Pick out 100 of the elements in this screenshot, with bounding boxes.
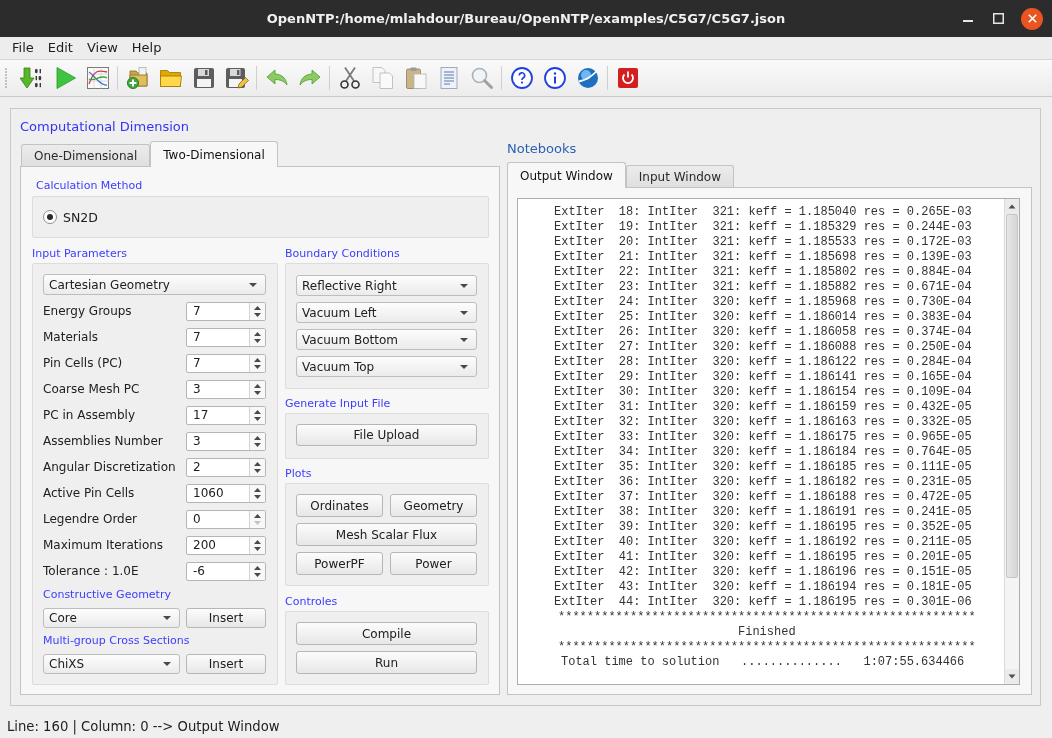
output-line: ExtIter 42: IntIter 320: keff = 1.186196 res = 0.151E-05 (554, 565, 972, 580)
field-label: Tolerance : 1.0E (43, 564, 139, 578)
step-up-icon (254, 487, 261, 492)
dropdown[interactable]: Cartesian Geometry (43, 274, 266, 295)
step-up-icon (254, 409, 261, 414)
help-icon (509, 66, 534, 90)
output-line: Total time to solution .............. 1:07:55.634466 (561, 655, 965, 670)
dropdown[interactable]: Vacuum Top (296, 356, 477, 377)
spin-box[interactable]: 3 (186, 379, 266, 399)
dropdown[interactable]: Reflective Right (296, 275, 477, 296)
output-line: ExtIter 21: IntIter 321: keff = 1.185698 res = 0.139E-03 (554, 250, 972, 265)
caret-down-icon (163, 616, 171, 620)
section-title: Computational Dimension (20, 119, 189, 134)
output-line: ExtIter 32: IntIter 320: keff = 1.186163 res = 0.332E-05 (554, 415, 972, 430)
field-label: Maximum Iterations (43, 538, 164, 552)
field-label: Coarse Mesh PC (43, 382, 140, 396)
field-label: Legendre Order (43, 512, 138, 526)
spin-box[interactable]: 7 (186, 301, 266, 321)
plot-button[interactable]: Ordinates (296, 494, 383, 517)
spin-box[interactable]: 0 (186, 509, 266, 529)
status-text: Line: 160 | Column: 0 --> Output Window (7, 719, 280, 734)
step-up-icon (254, 565, 261, 570)
minimize-icon (963, 20, 973, 22)
plot-button[interactable]: Geometry (390, 494, 477, 517)
dropdown[interactable]: ChiXS (43, 654, 180, 674)
group-title: Plots (285, 467, 312, 481)
output-line: ExtIter 31: IntIter 320: keff = 1.186159 res = 0.432E-05 (554, 400, 972, 415)
output-line: ExtIter 43: IntIter 320: keff = 1.186194 res = 0.181E-05 (554, 580, 972, 595)
tab[interactable]: Input Window (625, 165, 734, 187)
output-line: ExtIter 36: IntIter 320: keff = 1.186182 res = 0.231E-05 (554, 475, 972, 490)
insert-button[interactable]: Insert (186, 654, 266, 674)
spin-box[interactable]: 17 (186, 405, 266, 425)
section-title: Notebooks (507, 141, 577, 156)
globe-icon (575, 66, 600, 90)
output-line: ********************************************************** (558, 610, 976, 625)
folder-add-icon (125, 66, 150, 90)
spin-box[interactable]: -6 (186, 561, 266, 581)
close-button[interactable] (1021, 7, 1043, 30)
window-title: OpenNTP:/home/mlahdour/Bureau/OpenNTP/examples/C5G7/C5G7.json (266, 11, 786, 26)
scroll-up-icon (1005, 199, 1019, 214)
grip-icon (4, 67, 8, 89)
output-line: ExtIter 38: IntIter 320: keff = 1.186191 res = 0.241E-05 (554, 505, 972, 520)
spin-box[interactable]: 1060 (186, 483, 266, 503)
menu-item[interactable]: Help (124, 38, 169, 58)
output-line: ExtIter 37: IntIter 320: keff = 1.186188 res = 0.472E-05 (554, 490, 972, 505)
scrollbar-thumb[interactable] (1006, 214, 1018, 578)
tab[interactable]: Two-Dimensional (150, 141, 278, 167)
step-up-icon (254, 383, 261, 388)
step-up-icon (254, 305, 261, 310)
plot-button[interactable]: Mesh Scalar Flux (296, 523, 477, 546)
scroll-down-icon (1005, 669, 1019, 684)
maximize-icon (992, 13, 1004, 24)
caret-down-icon (460, 310, 468, 315)
scissors-icon (337, 66, 362, 90)
caret-down-icon (460, 364, 468, 369)
upload-button[interactable]: File Upload (296, 424, 477, 446)
dropdown[interactable]: Vacuum Bottom (296, 329, 477, 350)
output-line: ExtIter 41: IntIter 320: keff = 1.186195 res = 0.201E-05 (554, 550, 972, 565)
tab[interactable]: Output Window (507, 162, 626, 188)
spin-box[interactable]: 2 (186, 457, 266, 477)
paste-icon (403, 66, 428, 90)
radio-option[interactable]: SN2D (43, 209, 98, 225)
group-title: Generate Input File (285, 397, 391, 411)
group-title: Boundary Conditions (285, 247, 400, 261)
step-up-icon (254, 435, 261, 440)
output-line: Finished (738, 625, 796, 640)
field-label: PC in Assembly (43, 408, 136, 422)
output-line: ExtIter 25: IntIter 320: keff = 1.186014 res = 0.383E-04 (554, 310, 972, 325)
group-title: Calculation Method (36, 179, 143, 193)
output-line: ExtIter 44: IntIter 320: keff = 1.186195 res = 0.301E-06 (554, 595, 972, 610)
field-label: Angular Discretization (43, 460, 176, 474)
action-button[interactable]: Compile (296, 622, 477, 645)
scrollbar[interactable] (1004, 199, 1019, 684)
plot-button[interactable]: Power (390, 552, 477, 575)
menu-item[interactable]: Edit (40, 38, 80, 58)
spin-box[interactable]: 3 (186, 431, 266, 451)
step-up-icon (254, 357, 261, 362)
menu-item[interactable]: File (5, 38, 41, 58)
dropdown[interactable]: Vacuum Left (296, 302, 477, 323)
group-title: Input Parameters (32, 247, 127, 261)
dropdown[interactable]: Core (43, 608, 180, 628)
tab[interactable]: One-Dimensional (21, 144, 151, 166)
output-line: ExtIter 18: IntIter 321: keff = 1.185040 res = 0.265E-03 (554, 205, 972, 220)
plot-button[interactable]: PowerPF (296, 552, 383, 575)
menu-item[interactable]: View (79, 38, 125, 58)
search-icon (469, 66, 494, 90)
spin-box[interactable]: 7 (186, 327, 266, 347)
group-title: Multi-group Cross Sections (43, 634, 190, 648)
spin-box[interactable]: 200 (186, 535, 266, 555)
output-line: ExtIter 20: IntIter 321: keff = 1.185533 res = 0.172E-03 (554, 235, 972, 250)
caret-down-icon (460, 283, 468, 288)
action-button[interactable]: Run (296, 651, 477, 674)
insert-button[interactable]: Insert (186, 608, 266, 628)
step-up-icon (254, 461, 261, 466)
group-title: Constructive Geometry (43, 588, 171, 602)
copy-icon (370, 66, 395, 90)
caret-down-icon (249, 282, 257, 287)
down-arrow-icon (19, 66, 44, 90)
output-line: ExtIter 34: IntIter 320: keff = 1.186184 res = 0.764E-05 (554, 445, 972, 460)
spin-box[interactable]: 7 (186, 353, 266, 373)
